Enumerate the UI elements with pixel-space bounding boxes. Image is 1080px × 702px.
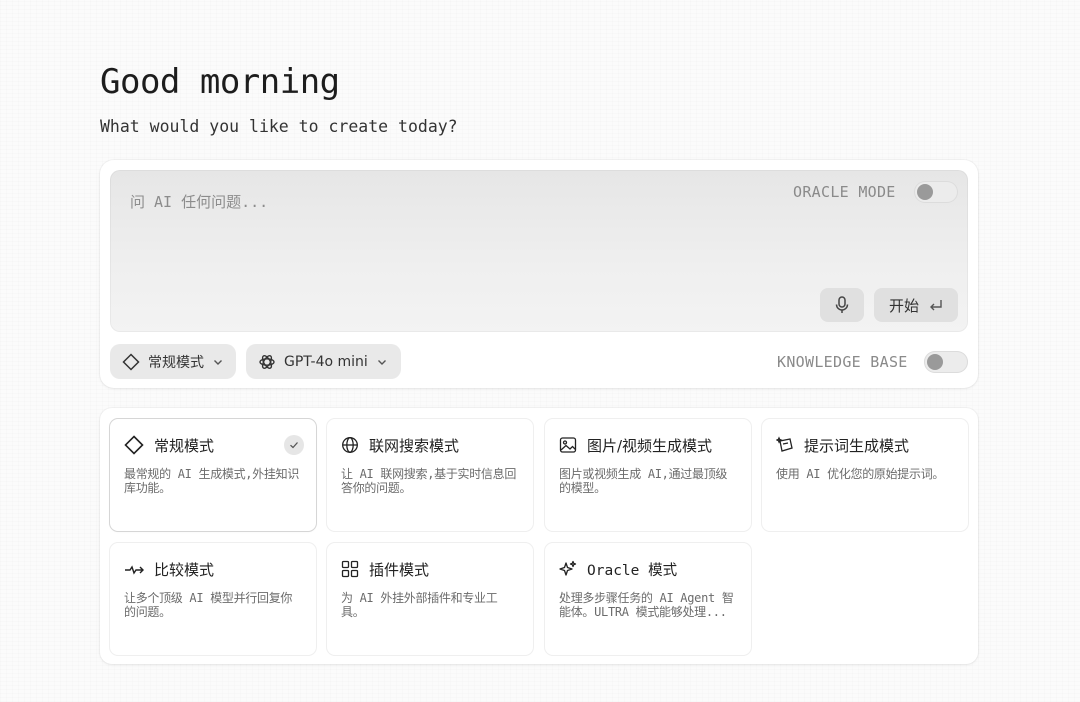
compare-icon <box>124 562 144 576</box>
mode-selector-label: 常规模式 <box>148 354 204 371</box>
knowledge-base-label: KNOWLEDGE BASE <box>777 353 908 371</box>
chevron-down-icon <box>376 356 388 368</box>
mode-title: Oracle 模式 <box>587 562 678 579</box>
openai-logo-icon <box>258 353 276 371</box>
mode-title: 提示词生成模式 <box>804 436 910 455</box>
prompt-sparkle-icon <box>776 436 794 454</box>
mode-description: 最常规的 AI 生成模式,外挂知识库功能。 <box>124 467 300 495</box>
diamond-icon <box>124 435 144 455</box>
check-icon <box>289 440 299 450</box>
mode-card-oracle[interactable]: Oracle 模式 处理多步骤任务的 AI Agent 智能体。ULTRA 模式… <box>545 543 751 655</box>
mode-title: 图片/视频生成模式 <box>587 436 713 455</box>
mode-description: 使用 AI 优化您的原始提示词。 <box>776 467 945 481</box>
mode-description: 让多个顶级 AI 模型并行回复你的问题。 <box>124 591 293 619</box>
greeting-title: Good morning <box>100 62 340 102</box>
toggle-knob <box>917 184 933 200</box>
selected-badge <box>284 435 304 455</box>
start-label: 开始 <box>888 296 919 315</box>
mode-title: 插件模式 <box>369 560 430 579</box>
start-button[interactable]: 开始 <box>874 288 958 322</box>
enter-return-icon <box>929 299 943 311</box>
microphone-icon <box>834 296 850 314</box>
mode-card-prompt-generation[interactable]: 提示词生成模式 使用 AI 优化您的原始提示词。 <box>762 419 968 531</box>
mode-title: 联网搜索模式 <box>369 436 460 455</box>
model-selector-label: GPT-4o mini <box>284 353 368 370</box>
mode-description: 让 AI 联网搜索,基于实时信息回答你的问题。 <box>341 467 517 495</box>
prompt-input[interactable] <box>130 190 650 214</box>
sparkles-icon <box>559 560 577 578</box>
mode-description: 处理多步骤任务的 AI Agent 智能体。ULTRA 模式能够处理... <box>559 591 734 619</box>
globe-icon <box>341 436 359 454</box>
mode-card-image-video[interactable]: 图片/视频生成模式 图片或视频生成 AI,通过最顶级的模型。 <box>545 419 751 531</box>
mode-description: 为 AI 外挂外部插件和专业工具。 <box>341 591 498 619</box>
toggle-knob <box>927 354 943 370</box>
oracle-mode-toggle[interactable] <box>914 181 958 203</box>
mode-card-compare[interactable]: 比较模式 让多个顶级 AI 模型并行回复你的问题。 <box>110 543 316 655</box>
mode-card-normal[interactable]: 常规模式 最常规的 AI 生成模式,外挂知识库功能。 <box>110 419 316 531</box>
mode-selector[interactable]: 常规模式 <box>110 344 236 379</box>
mode-title: 比较模式 <box>154 560 215 579</box>
greeting-subtitle: What would you like to create today? <box>100 117 458 136</box>
knowledge-base-toggle[interactable] <box>924 351 968 373</box>
mode-card-plugins[interactable]: 插件模式 为 AI 外挂外部插件和专业工具。 <box>327 543 533 655</box>
mode-description: 图片或视频生成 AI,通过最顶级的模型。 <box>559 467 728 495</box>
mode-card-web-search[interactable]: 联网搜索模式 让 AI 联网搜索,基于实时信息回答你的问题。 <box>327 419 533 531</box>
mode-title: 常规模式 <box>154 436 215 455</box>
chevron-down-icon <box>212 356 224 368</box>
diamond-icon <box>122 352 140 371</box>
microphone-button[interactable] <box>820 288 864 322</box>
oracle-mode-label: ORACLE MODE <box>793 183 896 201</box>
model-selector[interactable]: GPT-4o mini <box>246 344 401 379</box>
image-icon <box>559 436 577 454</box>
grid-icon <box>341 560 359 578</box>
